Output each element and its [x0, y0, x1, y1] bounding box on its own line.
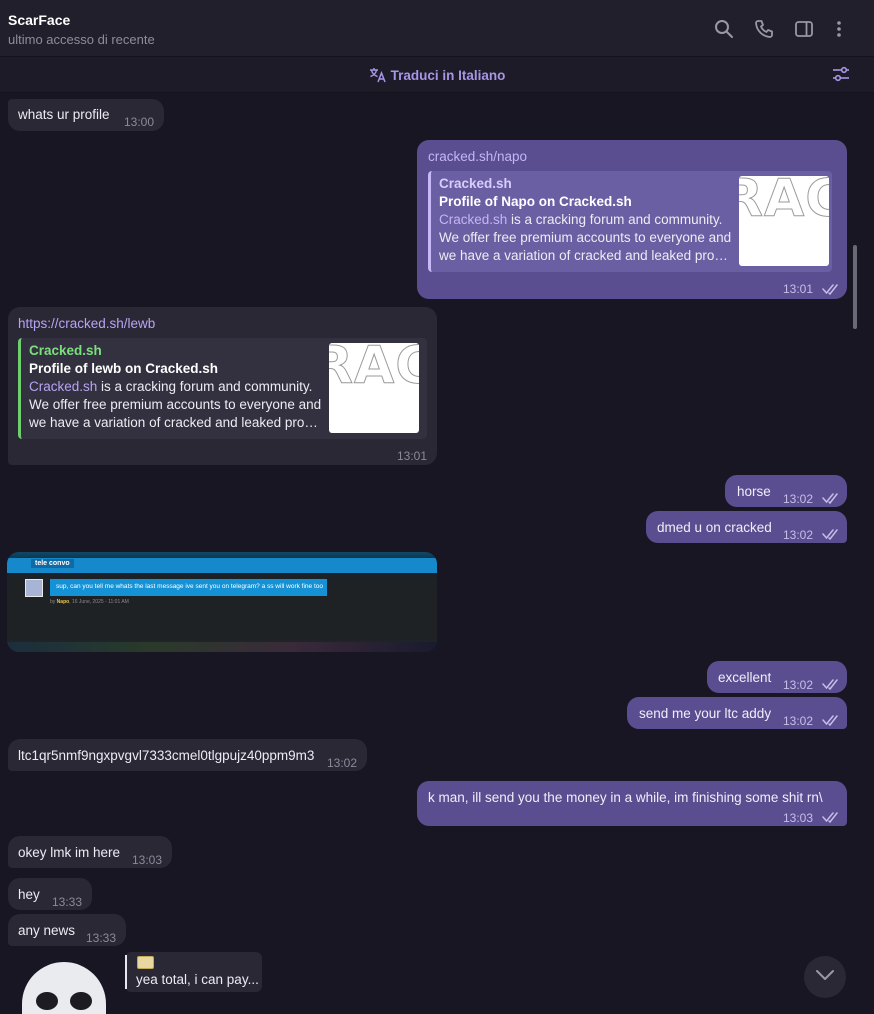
- chevron-down-icon: [815, 968, 835, 986]
- reply-quote[interactable]: yea total, i can pay...: [125, 952, 262, 992]
- message-text: excellent: [718, 670, 772, 685]
- preview-thumbnail: RACI: [739, 176, 829, 266]
- message-link[interactable]: cracked.sh/napo: [428, 148, 527, 166]
- reply-bar: [125, 955, 127, 989]
- skull-eye: [36, 992, 58, 1010]
- translate-bar: Traduci in Italiano: [0, 57, 874, 93]
- message-outgoing[interactable]: dmed u on cracked 13:02: [646, 511, 847, 543]
- message-time: 13:02: [783, 714, 814, 728]
- link-preview[interactable]: Cracked.sh Profile of Napo on Cracked.sh…: [428, 171, 832, 272]
- message-text: send me your ltc addy: [639, 706, 772, 721]
- preview-description: Cracked.sh is a cracking forum and commu…: [439, 211, 732, 265]
- message-incoming[interactable]: any news 13:33: [8, 914, 126, 946]
- more-icon[interactable]: [828, 18, 850, 40]
- image-avatar: [25, 579, 43, 597]
- preview-description: Cracked.sh is a cracking forum and commu…: [29, 378, 322, 432]
- translate-button[interactable]: Traduci in Italiano: [0, 67, 874, 83]
- image-message: sup, can you tell me whats the last mess…: [50, 579, 327, 596]
- message-text: any news: [18, 923, 76, 938]
- message-outgoing[interactable]: excellent 13:02: [707, 661, 847, 693]
- image-tab-label: tele convo: [31, 559, 74, 568]
- preview-title: Profile of lewb on Cracked.sh: [29, 361, 219, 376]
- message-outgoing[interactable]: send me your ltc addy 13:02: [627, 697, 847, 729]
- message-text: horse: [737, 484, 771, 499]
- message-outgoing-link[interactable]: cracked.sh/napo Cracked.sh Profile of Na…: [417, 140, 847, 299]
- scroll-down-button[interactable]: [804, 956, 846, 998]
- double-check-icon: [822, 677, 840, 695]
- preview-title: Profile of Napo on Cracked.sh: [439, 194, 632, 209]
- message-text: okey lmk im here: [18, 845, 121, 860]
- message-incoming[interactable]: hey 13:33: [8, 878, 92, 910]
- message-time: 13:02: [783, 678, 814, 692]
- image-meta-user: Napo: [56, 599, 70, 605]
- message-time: 13:01: [783, 282, 814, 296]
- double-check-icon: [822, 713, 840, 731]
- message-outgoing[interactable]: horse 13:02: [725, 475, 847, 507]
- message-text: k man, ill send you the money in a while…: [428, 790, 823, 805]
- chat-scrollbar[interactable]: [853, 97, 859, 1009]
- image-meta-date: , 16 June, 2025 - 11:01 AM: [69, 599, 129, 605]
- translate-icon: [369, 68, 391, 83]
- phone-icon[interactable]: [753, 18, 775, 40]
- money-emoji-icon: [137, 956, 154, 969]
- double-check-icon: [822, 810, 840, 828]
- message-incoming[interactable]: whats ur profile 13:00: [8, 99, 164, 131]
- message-incoming[interactable]: okey lmk im here 13:03: [8, 836, 172, 868]
- message-link[interactable]: https://cracked.sh/lewb: [18, 315, 155, 333]
- reply-text: yea total, i can pay...: [136, 972, 259, 987]
- thumbnail-logo-text: RACI: [739, 176, 829, 229]
- message-incoming-link[interactable]: https://cracked.sh/lewb Cracked.sh Profi…: [8, 307, 437, 465]
- preview-desc-text: is a cracking forum and community.: [507, 212, 723, 227]
- preview-desc-line: We offer free premium accounts to everyo…: [439, 230, 732, 245]
- sidebar-icon[interactable]: [793, 18, 815, 40]
- message-time: 13:33: [86, 931, 117, 945]
- message-time: 13:02: [327, 756, 358, 770]
- image-bottom-strip: [7, 642, 437, 652]
- chat-header: ScarFace ultimo accesso di recente: [0, 0, 874, 57]
- contact-status: ultimo accesso di recente: [8, 32, 155, 47]
- message-image[interactable]: tele convo sup, can you tell me whats th…: [7, 552, 437, 652]
- message-text: ltc1qr5nmf9ngxpvgvl7333cmel0tlgpujz40ppm…: [18, 748, 315, 763]
- message-text: hey: [18, 887, 40, 902]
- double-check-icon: [822, 491, 840, 509]
- message-text: dmed u on cracked: [657, 520, 772, 535]
- double-check-icon: [822, 527, 840, 545]
- preview-desc-text: is a cracking forum and community.: [97, 379, 313, 394]
- message-text: whats ur profile: [18, 107, 110, 122]
- preview-site-name: Cracked.sh: [29, 343, 102, 358]
- message-outgoing[interactable]: k man, ill send you the money in a while…: [417, 781, 847, 826]
- link-preview[interactable]: Cracked.sh Profile of lewb on Cracked.sh…: [18, 338, 427, 439]
- preview-desc-line: we have a variation of cracked and leake…: [439, 248, 732, 263]
- preview-desc-link[interactable]: Cracked.sh: [439, 212, 507, 227]
- search-icon[interactable]: [713, 18, 735, 40]
- skull-eye: [70, 992, 92, 1010]
- message-incoming[interactable]: ltc1qr5nmf9ngxpvgvl7333cmel0tlgpujz40ppm…: [8, 739, 367, 771]
- image-meta: by Napo, 16 June, 2025 - 11:01 AM: [50, 599, 129, 605]
- message-time: 13:02: [783, 528, 814, 542]
- message-time: 13:01: [397, 449, 428, 463]
- translate-label: Traduci in Italiano: [390, 68, 506, 83]
- contact-name[interactable]: ScarFace: [8, 12, 70, 28]
- image-tab-bar: tele convo: [7, 558, 437, 573]
- filter-icon[interactable]: [832, 65, 850, 88]
- preview-thumbnail: RACI: [329, 343, 419, 433]
- message-time: 13:33: [52, 895, 83, 909]
- message-time: 13:03: [132, 853, 163, 867]
- preview-site-name: Cracked.sh: [439, 176, 512, 191]
- image-meta-by: by: [50, 599, 56, 605]
- preview-desc-line: We offer free premium accounts to everyo…: [29, 397, 322, 412]
- skull-sticker[interactable]: [22, 962, 106, 1014]
- scrollbar-thumb[interactable]: [853, 245, 857, 329]
- message-time: 13:00: [124, 115, 155, 129]
- message-time: 13:02: [783, 492, 814, 506]
- preview-desc-line: we have a variation of cracked and leake…: [29, 415, 322, 430]
- double-check-icon: [822, 282, 840, 300]
- message-time: 13:03: [783, 811, 814, 825]
- preview-desc-link[interactable]: Cracked.sh: [29, 379, 97, 394]
- thumbnail-logo-text: RACI: [329, 343, 419, 396]
